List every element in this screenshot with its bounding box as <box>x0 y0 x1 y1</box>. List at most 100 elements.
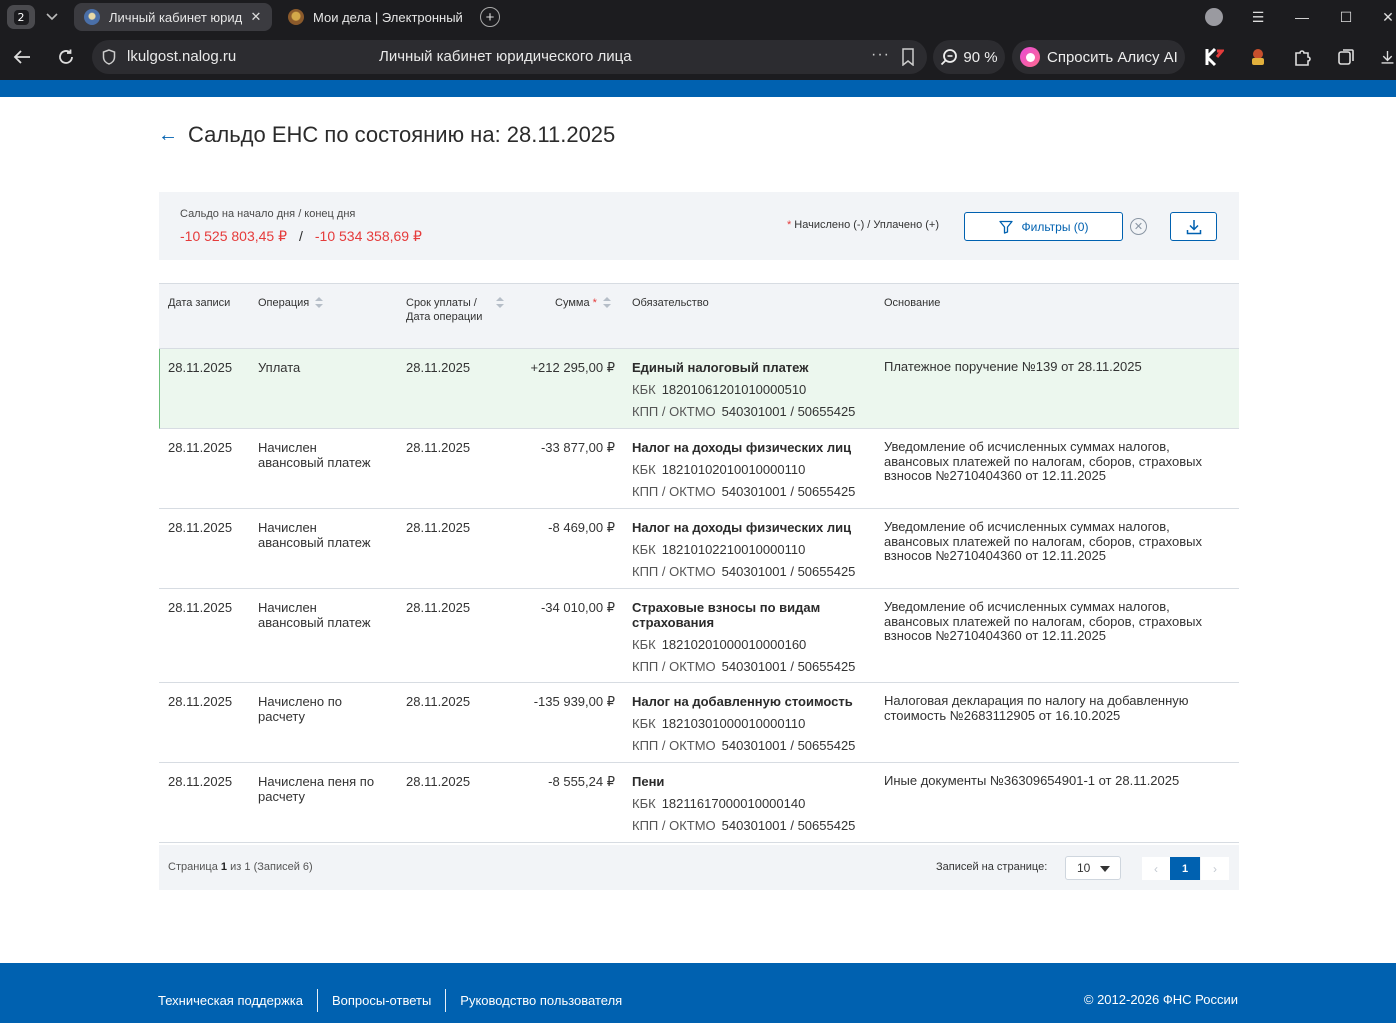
cell-due-date: 28.11.2025 <box>406 774 471 789</box>
cell-operation: Начислено по расчету <box>258 694 342 724</box>
alice-icon <box>1020 47 1040 67</box>
cell-date: 28.11.2025 <box>168 774 233 789</box>
pagination-info: Страница 1 из 1 (Записей 6) <box>168 861 313 873</box>
obligation-name: Единый налоговый платеж <box>632 360 809 375</box>
legend-star: * <box>787 219 792 231</box>
filters-button[interactable]: Фильтры (0) <box>964 212 1123 241</box>
cell-amount: -135 939,00 ₽ <box>533 694 615 709</box>
pagination-bar: Страница 1 из 1 (Записей 6) Записей на с… <box>159 845 1239 890</box>
obligation-name: Налог на доходы физических лиц <box>632 520 852 535</box>
page-title: Сальдо ЕНС по состоянию на: 28.11.2025 <box>188 122 616 147</box>
saldo-start: -10 525 803,45 ₽ <box>180 228 287 244</box>
table-row: 28.11.2025 Начислен авансовый платеж 28.… <box>159 589 1239 683</box>
cell-basis: Платежное поручение №139 от 28.11.2025 <box>884 359 1142 374</box>
tab-count: 2 <box>13 9 29 25</box>
cell-operation: Начислен авансовый платеж <box>258 600 371 630</box>
caret-down-icon <box>1100 866 1110 872</box>
ask-alice-label: Спросить Алису AI <box>1047 48 1178 66</box>
profile-avatar-icon[interactable] <box>1205 8 1223 26</box>
obligation-kpp-oktmo: КПП / ОКТМО 540301001 / 50655425 <box>632 404 856 419</box>
amount-legend: * Начислено (-) / Уплачено (+) <box>787 219 939 231</box>
shield-icon <box>102 49 116 65</box>
tab-lk-legal-entity[interactable]: Личный кабинет юрид ✕ <box>74 3 272 31</box>
cell-date: 28.11.2025 <box>168 440 233 455</box>
saldo-end: -10 534 358,69 ₽ <box>314 228 422 244</box>
per-page-select[interactable]: 10 <box>1065 856 1121 880</box>
per-page-label: Записей на странице: <box>936 861 1048 873</box>
header-due-date[interactable]: Срок уплаты / Дата операции <box>406 296 504 324</box>
cell-obligation: Налог на добавленную стоимость КБК 182103… <box>632 694 862 753</box>
header-amount[interactable]: Сумма * <box>555 296 611 310</box>
prev-page-button[interactable]: ‹ <box>1142 857 1170 880</box>
cell-date: 28.11.2025 <box>168 520 233 535</box>
footer-link-support[interactable]: Техническая поддержка <box>158 993 303 1008</box>
current-page-number: 1 <box>220 861 228 873</box>
footer-link-manual[interactable]: Руководство пользователя <box>460 993 622 1008</box>
obligation-name: Налог на добавленную стоимость <box>632 694 853 709</box>
chevron-down-icon[interactable] <box>40 6 64 28</box>
more-icon[interactable]: ··· <box>871 46 890 64</box>
saldo-separator: / <box>299 228 303 244</box>
sort-icon[interactable] <box>315 297 324 309</box>
reload-icon[interactable] <box>54 46 78 68</box>
collections-icon[interactable] <box>1335 46 1357 68</box>
back-arrow-icon[interactable]: ← <box>158 124 188 147</box>
tab-counter-button[interactable]: 2 <box>7 5 35 29</box>
bookmark-icon[interactable] <box>901 48 915 66</box>
tab-my-cases[interactable]: Мои дела | Электронный <box>278 3 474 31</box>
cell-obligation: Налог на доходы физических лиц КБК 182101… <box>632 520 862 579</box>
site-footer: Техническая поддержка Вопросы-ответы Рук… <box>0 963 1396 1023</box>
cell-due-date: 28.11.2025 <box>406 600 471 615</box>
cell-amount: +212 295,00 ₽ <box>530 360 615 375</box>
filters-label: Фильтры (0) <box>1021 219 1089 234</box>
page-heading: ← Сальдо ЕНС по состоянию на: 28.11.2025 <box>158 120 615 150</box>
sort-icon[interactable] <box>496 297 504 309</box>
table-row: 28.11.2025 Начислено по расчету 28.11.20… <box>159 683 1239 763</box>
obligation-kbk: КБК 18210201000010000160 <box>632 637 807 652</box>
cell-obligation: Страховые взносы по видам страхования КБ… <box>632 600 862 674</box>
back-icon[interactable] <box>10 46 34 68</box>
cell-obligation: Единый налоговый платеж КБК 1820106120101… <box>632 360 862 419</box>
sort-icon[interactable] <box>602 297 611 309</box>
extension-app-icon[interactable] <box>1247 46 1269 68</box>
close-window-button[interactable]: ✕ <box>1378 7 1396 27</box>
obligation-kpp-oktmo: КПП / ОКТМО 540301001 / 50655425 <box>632 659 856 674</box>
footer-link-faq[interactable]: Вопросы-ответы <box>332 993 431 1008</box>
browser-tab-bar: 2 Личный кабинет юрид ✕ Мои дела | Элект… <box>0 0 1396 34</box>
obligation-name: Страховые взносы по видам страхования <box>632 600 821 630</box>
cell-amount: -33 877,00 ₽ <box>540 440 615 455</box>
url-field[interactable]: lkulgost.nalog.ru Личный кабинет юридиче… <box>92 40 927 74</box>
obligation-kbk: КБК 18211617000010000140 <box>632 796 806 811</box>
minimize-button[interactable]: — <box>1292 7 1312 27</box>
browser-address-bar: lkulgost.nalog.ru Личный кабинет юридиче… <box>0 34 1396 80</box>
obligation-kpp-oktmo: КПП / ОКТМО 540301001 / 50655425 <box>632 818 856 833</box>
page-1-button[interactable]: 1 <box>1170 857 1200 880</box>
cell-operation: Начислен авансовый платеж <box>258 520 371 550</box>
cell-basis: Уведомление об исчисленных суммах налого… <box>884 519 1203 563</box>
tab-title: Мои дела | Электронный <box>313 9 463 25</box>
next-page-button[interactable]: › <box>1201 857 1229 880</box>
download-icon <box>1186 219 1201 234</box>
cell-operation: Уплата <box>258 360 301 375</box>
obligation-name: Налог на доходы физических лиц <box>632 440 852 455</box>
downloads-icon[interactable] <box>1379 46 1396 68</box>
kaspersky-extension-icon[interactable] <box>1203 46 1225 68</box>
header-operation[interactable]: Операция <box>258 296 324 310</box>
cell-operation: Начислена пеня по расчету <box>258 774 375 804</box>
cell-basis: Уведомление об исчисленных суммах налого… <box>884 599 1203 643</box>
close-icon[interactable]: ✕ <box>246 9 266 25</box>
new-tab-button[interactable]: + <box>480 7 500 27</box>
table-body: 28.11.2025 Уплата 28.11.2025 +212 295,00… <box>159 349 1239 843</box>
zoom-button[interactable]: 90 % <box>933 40 1005 74</box>
cell-basis: Уведомление об исчисленных суммах налого… <box>884 439 1203 483</box>
url-host: lkulgost.nalog.ru <box>127 48 237 65</box>
menu-icon[interactable]: ☰ <box>1248 7 1268 27</box>
extensions-puzzle-icon[interactable] <box>1291 46 1313 68</box>
ask-alice-button[interactable]: Спросить Алису AI <box>1012 40 1185 74</box>
court-favicon-icon <box>288 9 304 25</box>
cell-due-date: 28.11.2025 <box>406 360 471 375</box>
clear-filters-icon[interactable]: ✕ <box>1130 218 1147 235</box>
download-button[interactable] <box>1170 212 1217 241</box>
header-obligation: Обязательство <box>632 297 709 309</box>
maximize-button[interactable]: ☐ <box>1336 7 1356 27</box>
